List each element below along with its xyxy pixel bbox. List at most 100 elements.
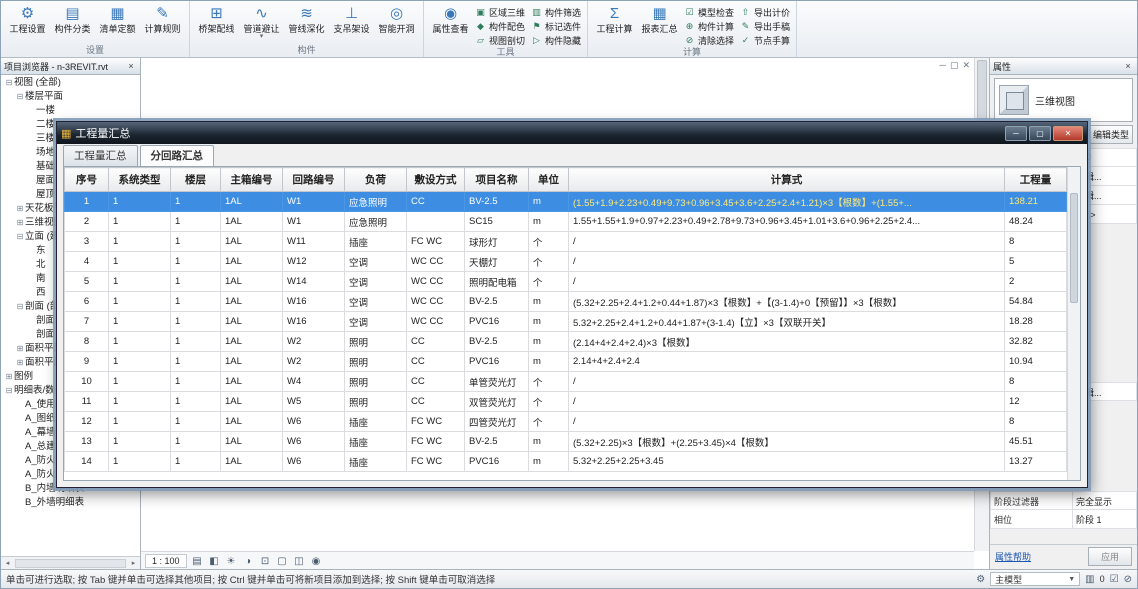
table-row[interactable]: 10111ALW4照明CC单管荧光灯个/8	[65, 372, 1067, 392]
collapse-icon[interactable]: ⊟	[15, 300, 25, 314]
tree-item[interactable]: ⊟楼层平面	[1, 90, 140, 104]
crop-region-icon[interactable]: ▢	[275, 554, 290, 568]
table-row[interactable]: 8111ALW2照明CCBV-2.5m(2.14+4+2.4+2.4)×3【根数…	[65, 332, 1067, 352]
ribbon-small-button[interactable]: ▥构件筛选	[531, 5, 581, 19]
expand-icon[interactable]: ⊞	[15, 202, 25, 216]
filter-icon[interactable]: ▥	[1085, 574, 1094, 585]
tree-item[interactable]: B_外墙明细表	[1, 496, 140, 510]
detail-level-icon[interactable]: ▤	[190, 554, 205, 568]
edit-type-button[interactable]: 编辑类型	[1089, 125, 1133, 144]
ribbon-small-button[interactable]: ⚑标记选件	[531, 19, 581, 33]
table-row[interactable]: 7111ALW16空调WC CCPVC16m5.32+2.25+2.4+1.2+…	[65, 312, 1067, 332]
tab-quantity-summary[interactable]: 工程量汇总	[63, 145, 138, 166]
ribbon-small-button[interactable]: ⊘清除选择	[684, 33, 734, 47]
column-header[interactable]: 回路编号	[283, 168, 345, 192]
select-toggle-icon[interactable]: ☑	[1110, 574, 1119, 585]
type-selector[interactable]: 三维视图	[994, 78, 1133, 122]
ribbon-small-button[interactable]: ✓节点手算	[740, 33, 790, 47]
table-scrollbar[interactable]	[1067, 167, 1080, 480]
ribbon-button[interactable]: ⚙工程设置	[5, 2, 50, 34]
exclude-options-icon[interactable]: ⊘	[1124, 574, 1132, 585]
ribbon-button[interactable]: ⊞桥架配线	[194, 2, 239, 34]
expand-icon[interactable]: ⊞	[15, 216, 25, 230]
worksets-icon[interactable]: ⚙	[976, 574, 985, 585]
property-value[interactable]: 阶段 1	[1072, 510, 1136, 528]
visual-style-icon[interactable]: ◧	[207, 554, 222, 568]
table-row[interactable]: 2111ALW1应急照明SC15m1.55+1.55+1.9+0.97+2.23…	[65, 212, 1067, 232]
collapse-icon[interactable]: ⊟	[4, 384, 14, 398]
ribbon-button[interactable]: ▤构件分类	[50, 2, 95, 34]
column-header[interactable]: 工程量	[1005, 168, 1067, 192]
column-header[interactable]: 系统类型	[109, 168, 171, 192]
column-header[interactable]: 敷设方式	[407, 168, 465, 192]
column-header[interactable]: 计算式	[569, 168, 1005, 192]
column-header[interactable]: 单位	[529, 168, 569, 192]
view-minimize-icon[interactable]: ─	[940, 60, 946, 71]
ribbon-button[interactable]: Σ工程计算	[592, 2, 637, 34]
table-row[interactable]: 9111ALW2照明CCPVC16m2.14+4+2.4+2.410.94	[65, 352, 1067, 372]
ribbon-small-button[interactable]: ⊕构件计算	[684, 19, 734, 33]
table-row[interactable]: 11111ALW5照明CC双管荧光灯个/12	[65, 392, 1067, 412]
ribbon-small-button[interactable]: ☑模型检查	[684, 5, 734, 19]
close-icon[interactable]: ×	[125, 61, 137, 71]
ribbon-button[interactable]: ∿管道避让▾	[239, 2, 284, 40]
expand-icon[interactable]: ⊞	[15, 356, 25, 370]
table-row[interactable]: 13111ALW6插座FC WCBV-2.5m(5.32+2.25)×3【根数】…	[65, 432, 1067, 452]
dialog-titlebar[interactable]: ▦ 工程量汇总 ─ ▢ ✕	[57, 122, 1087, 144]
sun-path-icon[interactable]: ☀	[224, 554, 239, 568]
design-option-select[interactable]: 主模型 ▼	[990, 572, 1080, 586]
view-restore-icon[interactable]: ▢	[950, 60, 959, 71]
ribbon-small-button[interactable]: ✎导出手稿	[740, 19, 790, 33]
collapse-icon[interactable]: ⊟	[4, 76, 14, 90]
ribbon-button[interactable]: ✎计算规则	[140, 2, 185, 34]
table-row[interactable]: 4111ALW12空调WC CC天棚灯个/5	[65, 252, 1067, 272]
scroll-right-icon[interactable]: ▸	[127, 559, 140, 567]
expand-icon[interactable]: ⊞	[15, 342, 25, 356]
table-row[interactable]: 6111ALW16空调WC CCBV-2.5m(5.32+2.25+2.4+1.…	[65, 292, 1067, 312]
column-header[interactable]: 主箱编号	[221, 168, 283, 192]
maximize-button[interactable]: ▢	[1029, 126, 1051, 141]
scrollbar-track[interactable]	[15, 559, 126, 568]
apply-button[interactable]: 应用	[1088, 547, 1132, 566]
ribbon-button[interactable]: ▦报表汇总	[637, 2, 682, 34]
table-row[interactable]: 12111ALW6插座FC WC四管荧光灯个/8	[65, 412, 1067, 432]
column-header[interactable]: 负荷	[345, 168, 407, 192]
ribbon-small-button[interactable]: ⇧导出计价	[740, 5, 790, 19]
shadows-icon[interactable]: ◑	[241, 554, 256, 568]
ribbon-button[interactable]: ≋管线深化	[284, 2, 329, 34]
view-scale-button[interactable]: 1 : 100	[145, 554, 187, 568]
crop-view-icon[interactable]: ⊡	[258, 554, 273, 568]
column-header[interactable]: 项目名称	[465, 168, 529, 192]
ribbon-button[interactable]: ⊥支吊架设	[329, 2, 374, 34]
expand-icon[interactable]: ⊞	[4, 370, 14, 384]
column-header[interactable]: 楼层	[171, 168, 221, 192]
tree-item[interactable]: 一楼	[1, 104, 140, 118]
collapse-icon[interactable]: ⊟	[15, 230, 25, 244]
ribbon-small-button[interactable]: ▣区域三维	[475, 5, 525, 19]
ribbon-small-button[interactable]: ▷构件隐藏	[531, 33, 581, 47]
ribbon-button[interactable]: ◉属性查看	[428, 2, 473, 34]
view-close-icon[interactable]: ✕	[962, 60, 970, 71]
property-value[interactable]: 完全显示	[1072, 492, 1136, 509]
table-row[interactable]: 5111ALW14空调WC CC照明配电箱个/2	[65, 272, 1067, 292]
project-browser-hscrollbar[interactable]: ◂ ▸	[1, 556, 140, 569]
scrollbar-thumb[interactable]	[1070, 193, 1078, 303]
scroll-left-icon[interactable]: ◂	[1, 559, 14, 567]
ribbon-button[interactable]: ◎智能开洞	[374, 2, 419, 34]
minimize-button[interactable]: ─	[1005, 126, 1027, 141]
close-button[interactable]: ✕	[1053, 126, 1083, 141]
table-row[interactable]: 14111ALW6插座FC WCPVC16m5.32+2.25+2.25+3.4…	[65, 452, 1067, 472]
tree-item[interactable]: ⊟视图 (全部)	[1, 76, 140, 90]
column-header[interactable]: 序号	[65, 168, 109, 192]
table-row[interactable]: 1111ALW1应急照明CCBV-2.5m(1.55+1.9+2.23+0.49…	[65, 192, 1067, 212]
temporary-hide-icon[interactable]: ◫	[292, 554, 307, 568]
collapse-icon[interactable]: ⊟	[15, 90, 25, 104]
close-icon[interactable]: ×	[1122, 61, 1134, 71]
ribbon-small-button[interactable]: ▱视图剖切	[475, 33, 525, 47]
table-row[interactable]: 3111ALW11插座FC WC球形灯个/8	[65, 232, 1067, 252]
tab-circuit-summary[interactable]: 分回路汇总	[140, 145, 215, 166]
properties-help-link[interactable]: 属性帮助	[995, 550, 1031, 563]
reveal-hidden-icon[interactable]: ◉	[309, 554, 324, 568]
ribbon-small-button[interactable]: ◆构件配色	[475, 19, 525, 33]
ribbon-button[interactable]: ▦清单定额	[95, 2, 140, 34]
